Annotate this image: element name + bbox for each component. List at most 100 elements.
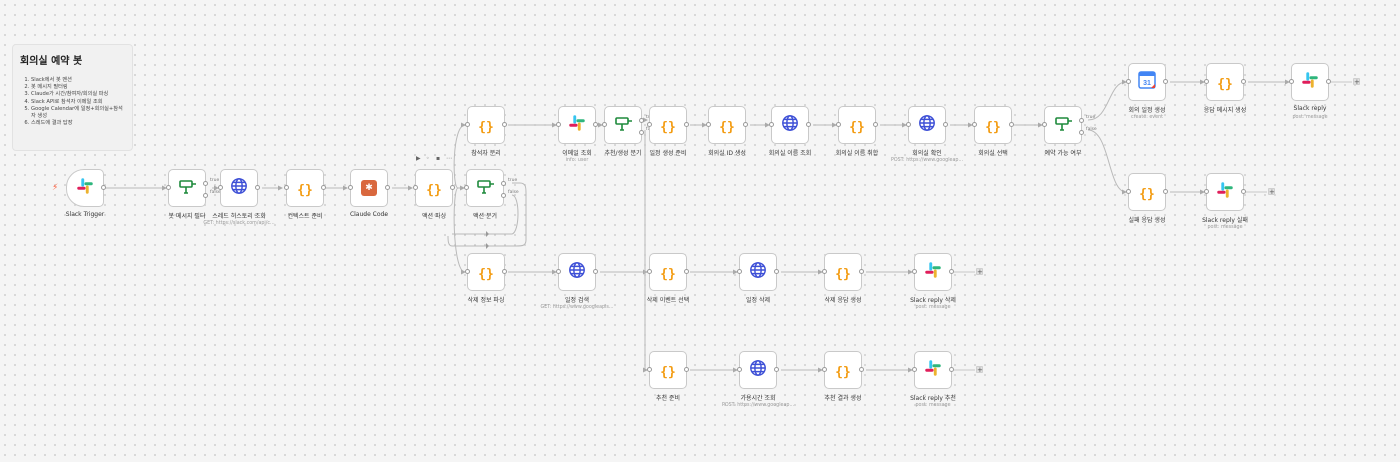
node-delete-event-select[interactable]: {}: [647, 253, 689, 291]
output-port[interactable]: [684, 367, 689, 372]
true-output-port[interactable]: [203, 181, 208, 186]
input-port[interactable]: [1126, 79, 1131, 84]
add-node-button[interactable]: +: [976, 268, 983, 276]
output-port[interactable]: [450, 185, 455, 190]
input-port[interactable]: [737, 269, 742, 274]
node-slack-reply-recommend[interactable]: [912, 351, 954, 389]
node-slack-reply-delete[interactable]: [912, 253, 954, 291]
input-port[interactable]: [647, 122, 652, 127]
node-room-id-gen[interactable]: {}: [706, 106, 748, 144]
node-create-event[interactable]: 31: [1126, 63, 1168, 101]
node-reply-msg[interactable]: {}: [1204, 63, 1246, 101]
input-port[interactable]: [647, 269, 652, 274]
node-thread-history[interactable]: [218, 169, 260, 207]
output-port[interactable]: [502, 122, 507, 127]
node-room-name-lookup[interactable]: [769, 106, 811, 144]
output-port[interactable]: [859, 367, 864, 372]
output-port[interactable]: [1326, 79, 1331, 84]
input-port[interactable]: [1126, 189, 1131, 194]
output-port[interactable]: [774, 367, 779, 372]
output-port[interactable]: [385, 185, 390, 190]
node-event-delete[interactable]: [737, 253, 779, 291]
output-port[interactable]: [101, 185, 106, 190]
node-slack-trigger[interactable]: [66, 169, 106, 207]
sticky-note[interactable]: 회의실 예약 봇 Slack에서 봇 멘션 봇 메시지 필터링 Claude가 …: [12, 44, 133, 151]
node-action-parse[interactable]: {}: [413, 169, 455, 207]
input-port[interactable]: [1042, 122, 1047, 127]
input-port[interactable]: [166, 185, 171, 190]
output-port[interactable]: [1241, 189, 1246, 194]
input-port[interactable]: [706, 122, 711, 127]
output-port[interactable]: [949, 269, 954, 274]
node-attendee-split[interactable]: {}: [465, 106, 507, 144]
input-port[interactable]: [1204, 79, 1209, 84]
output-port[interactable]: [593, 269, 598, 274]
input-port[interactable]: [348, 185, 353, 190]
input-port[interactable]: [822, 367, 827, 372]
node-context-prep[interactable]: {}: [284, 169, 326, 207]
add-node-button[interactable]: +: [976, 366, 983, 374]
power-icon[interactable]: ◦: [426, 155, 430, 162]
node-room-name-fetch[interactable]: {}: [836, 106, 878, 144]
node-claude-code[interactable]: ✱: [348, 169, 390, 207]
output-port[interactable]: [743, 122, 748, 127]
input-port[interactable]: [556, 122, 561, 127]
input-port[interactable]: [602, 122, 607, 127]
input-port[interactable]: [284, 185, 289, 190]
add-node-button[interactable]: +: [1268, 188, 1275, 196]
node-delete-parse[interactable]: {}: [465, 253, 507, 291]
output-port[interactable]: [684, 122, 689, 127]
true-output-port[interactable]: [501, 181, 506, 186]
node-available-time[interactable]: [737, 351, 779, 389]
output-port[interactable]: [1163, 189, 1168, 194]
node-reservable[interactable]: true false: [1042, 106, 1097, 144]
input-port[interactable]: [912, 367, 917, 372]
output-port[interactable]: [502, 269, 507, 274]
input-port[interactable]: [413, 185, 418, 190]
true-output-port[interactable]: [639, 118, 644, 123]
node-room-check[interactable]: [906, 106, 948, 144]
input-port[interactable]: [1204, 189, 1209, 194]
play-icon[interactable]: ▶: [416, 155, 421, 162]
output-port[interactable]: [859, 269, 864, 274]
output-port[interactable]: [943, 122, 948, 127]
output-port[interactable]: [1163, 79, 1168, 84]
output-port[interactable]: [1241, 79, 1246, 84]
output-port[interactable]: [255, 185, 260, 190]
node-delete-reply[interactable]: {}: [822, 253, 864, 291]
node-email-lookup[interactable]: [556, 106, 598, 144]
output-port[interactable]: [684, 269, 689, 274]
output-port[interactable]: [1009, 122, 1014, 127]
false-output-port[interactable]: [1079, 130, 1084, 135]
node-fail-reply[interactable]: {}: [1126, 173, 1168, 211]
node-schedule-prep[interactable]: {}: [647, 106, 689, 144]
input-port[interactable]: [836, 122, 841, 127]
input-port[interactable]: [647, 367, 652, 372]
output-port[interactable]: [806, 122, 811, 127]
node-recommend-branch[interactable]: truefalse: [602, 106, 657, 144]
false-output-port[interactable]: [203, 193, 208, 198]
true-output-port[interactable]: [1079, 118, 1084, 123]
node-action-branch[interactable]: true false: [464, 169, 519, 207]
false-output-port[interactable]: [639, 130, 644, 135]
node-recommend-prep[interactable]: {}: [647, 351, 689, 389]
input-port[interactable]: [769, 122, 774, 127]
input-port[interactable]: [822, 269, 827, 274]
output-port[interactable]: [949, 367, 954, 372]
input-port[interactable]: [1289, 79, 1294, 84]
input-port[interactable]: [737, 367, 742, 372]
add-node-button[interactable]: +: [1353, 78, 1360, 86]
false-output-port[interactable]: [501, 193, 506, 198]
node-slack-reply[interactable]: [1289, 63, 1331, 101]
node-room-select[interactable]: {}: [972, 106, 1014, 144]
input-port[interactable]: [556, 269, 561, 274]
node-recommend-result[interactable]: {}: [822, 351, 864, 389]
node-slack-reply-fail[interactable]: [1204, 173, 1246, 211]
input-port[interactable]: [218, 185, 223, 190]
output-port[interactable]: [774, 269, 779, 274]
node-event-search[interactable]: [556, 253, 598, 291]
output-port[interactable]: [593, 122, 598, 127]
input-port[interactable]: [912, 269, 917, 274]
output-port[interactable]: [873, 122, 878, 127]
input-port[interactable]: [906, 122, 911, 127]
